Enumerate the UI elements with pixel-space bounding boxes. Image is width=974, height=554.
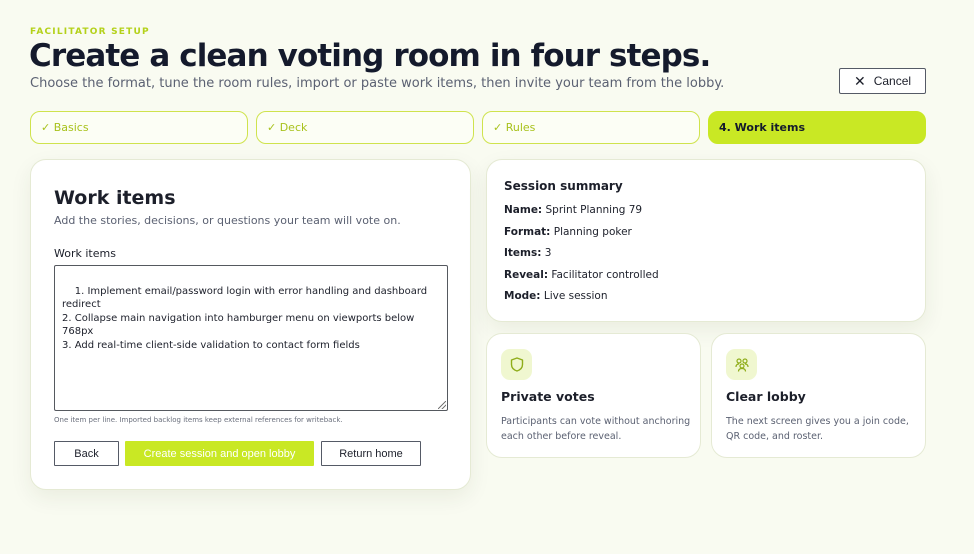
close-icon: ✕ xyxy=(853,73,866,89)
return-home-button[interactable]: Return home xyxy=(321,441,421,466)
stepper: ✓ Basics ✓ Deck ✓ Rules 4. Work items xyxy=(30,111,926,144)
page-title: Create a clean voting room in four steps… xyxy=(29,38,711,74)
page-subtitle: Choose the format, tune the room rules, … xyxy=(30,76,725,91)
form-description: Add the stories, decisions, or questions… xyxy=(54,214,401,227)
summary-row-format: Format: Planning poker xyxy=(504,226,632,238)
step-work-items[interactable]: 4. Work items xyxy=(708,111,926,144)
step-deck[interactable]: ✓ Deck xyxy=(256,111,474,144)
summary-row-reveal: Reveal: Facilitator controlled xyxy=(504,269,659,281)
create-session-button[interactable]: Create session and open lobby xyxy=(125,441,314,466)
feature-title: Clear lobby xyxy=(726,389,806,404)
back-button[interactable]: Back xyxy=(54,441,119,466)
feature-card-clear-lobby: Clear lobby The next screen gives you a … xyxy=(711,333,926,458)
feature-title: Private votes xyxy=(501,389,595,404)
eyebrow-label: FACILITATOR SETUP xyxy=(30,27,150,37)
form-title: Work items xyxy=(54,187,176,209)
work-items-form-card: Work items Add the stories, decisions, o… xyxy=(30,159,471,490)
feature-text: Participants can vote without anchoring … xyxy=(501,416,691,442)
work-items-textarea[interactable]: 1. Implement email/password login with e… xyxy=(54,265,448,411)
people-icon xyxy=(726,349,757,380)
shield-icon xyxy=(501,349,532,380)
cancel-label: Cancel xyxy=(873,74,912,88)
resize-handle[interactable] xyxy=(438,401,446,409)
field-hint: One item per line. Imported backlog item… xyxy=(54,416,343,424)
feature-text: The next screen gives you a join code, Q… xyxy=(726,416,909,442)
step-rules[interactable]: ✓ Rules xyxy=(482,111,700,144)
cancel-button[interactable]: ✕ Cancel xyxy=(839,68,926,94)
work-items-label: Work items xyxy=(54,247,116,260)
feature-card-private-votes: Private votes Participants can vote with… xyxy=(486,333,701,458)
summary-title: Session summary xyxy=(504,179,623,193)
session-summary-card: Session summary Name: Sprint Planning 79… xyxy=(486,159,926,322)
summary-row-items: Items: 3 xyxy=(504,247,552,259)
work-items-value: 1. Implement email/password login with e… xyxy=(62,285,428,351)
step-basics[interactable]: ✓ Basics xyxy=(30,111,248,144)
summary-row-name: Name: Sprint Planning 79 xyxy=(504,204,643,216)
summary-row-mode: Mode: Live session xyxy=(504,290,608,302)
